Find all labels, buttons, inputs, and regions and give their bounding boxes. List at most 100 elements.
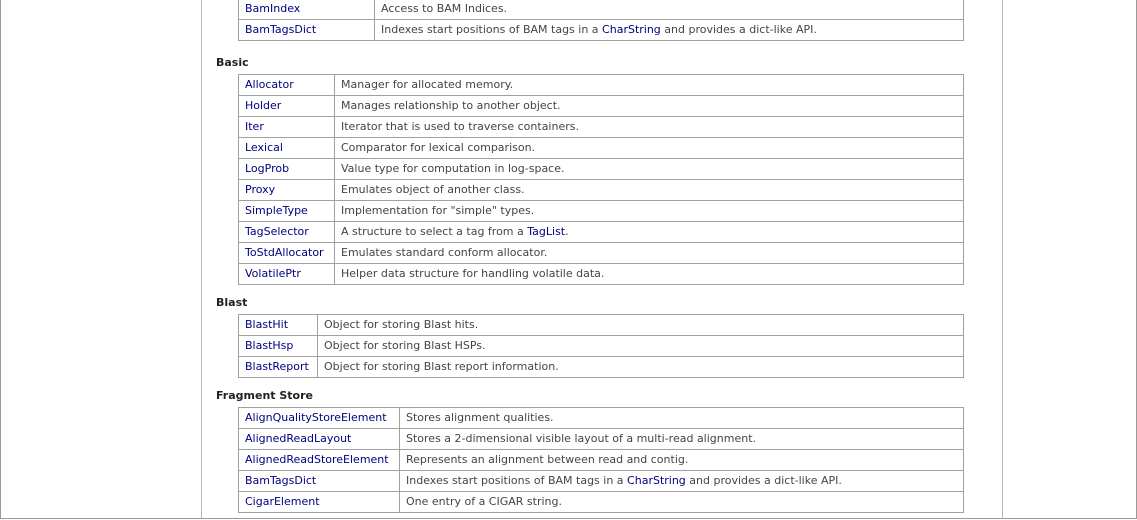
class-name-cell: BamTagsDict: [238, 470, 400, 492]
class-description-cell: Stores a 2-dimensional visible layout of…: [399, 428, 964, 450]
class-name-cell: BlastHit: [238, 314, 318, 336]
class-description-cell: A structure to select a tag from a TagLi…: [334, 221, 964, 243]
class-link[interactable]: BamTagsDict: [245, 474, 316, 487]
class-name-cell: BamIndex: [238, 0, 375, 20]
class-description-cell: Helper data structure for handling volat…: [334, 263, 964, 285]
description-text: Helper data structure for handling volat…: [341, 267, 605, 280]
description-text: Stores alignment qualities.: [406, 411, 554, 424]
class-link[interactable]: SimpleType: [245, 204, 308, 217]
class-description-cell: Object for storing Blast HSPs.: [317, 335, 964, 357]
class-link[interactable]: Holder: [245, 99, 281, 112]
class-name-cell: SimpleType: [238, 200, 335, 222]
class-description-cell: Manages relationship to another object.: [334, 95, 964, 117]
class-name-cell: Holder: [238, 95, 335, 117]
class-table: BlastHit Object for storing Blast hits. Bl…: [238, 314, 964, 378]
class-name-cell: AlignedReadStoreElement: [238, 449, 400, 471]
class-description-cell: Represents an alignment between read and…: [399, 449, 964, 471]
table-row: BamTagsDict Indexes start positions of BA…: [238, 470, 964, 492]
table-row: Lexical Comparator for lexical comparison…: [238, 137, 964, 159]
type-reference-link[interactable]: CharString: [627, 474, 686, 487]
class-name-cell: AlignQualityStoreElement: [238, 407, 400, 429]
class-link[interactable]: AlignedReadLayout: [245, 432, 351, 445]
class-name-cell: LogProb: [238, 158, 335, 180]
table-row: Allocator Manager for allocated memory.: [238, 74, 964, 96]
class-link[interactable]: BlastHit: [245, 318, 288, 331]
table-row: SimpleType Implementation for "simple" ty…: [238, 200, 964, 222]
table-row: TagSelector A structure to select a tag f…: [238, 221, 964, 243]
class-link[interactable]: BamIndex: [245, 2, 300, 15]
description-text: Indexes start positions of BAM tags in a: [406, 474, 628, 487]
class-description-cell: Value type for computation in log-space.: [334, 158, 964, 180]
description-text: .: [565, 225, 569, 238]
class-link[interactable]: BlastReport: [245, 360, 309, 373]
table-row: Iter Iterator that is used to traverse co…: [238, 116, 964, 138]
class-name-cell: CigarElement: [238, 491, 400, 513]
class-description-cell: Stores alignment qualities.: [399, 407, 964, 429]
class-link[interactable]: Proxy: [245, 183, 275, 196]
section-title: Fragment Store: [216, 389, 313, 402]
class-link[interactable]: ToStdAllocator: [245, 246, 324, 259]
table-row: BlastHit Object for storing Blast hits.: [238, 314, 964, 336]
class-table: Allocator Manager for allocated memory. Ho…: [238, 74, 964, 285]
description-text: Object for storing Blast HSPs.: [324, 339, 486, 352]
class-name-cell: Lexical: [238, 137, 335, 159]
description-text: Access to BAM Indices.: [381, 2, 508, 15]
class-name-cell: VolatilePtr: [238, 263, 335, 285]
class-name-cell: Allocator: [238, 74, 335, 96]
class-description-cell: Object for storing Blast report informat…: [317, 356, 964, 378]
table-row: BamTagsDict Indexes start positions of BA…: [238, 19, 964, 41]
class-link[interactable]: LogProb: [245, 162, 289, 175]
class-link[interactable]: CigarElement: [245, 495, 320, 508]
description-text: Emulates object of another class.: [341, 183, 525, 196]
description-text: Object for storing Blast report informat…: [324, 360, 559, 373]
class-description-cell: Iterator that is used to traverse contai…: [334, 116, 964, 138]
class-link[interactable]: AlignedReadStoreElement: [245, 453, 389, 466]
class-description-cell: Emulates object of another class.: [334, 179, 964, 201]
class-name-cell: ToStdAllocator: [238, 242, 335, 264]
description-text: Indexes start positions of BAM tags in a: [381, 23, 603, 36]
section-title: Basic: [216, 56, 249, 69]
table-row: AlignQualityStoreElement Stores alignment…: [238, 407, 964, 429]
table-row: ToStdAllocator Emulates standard conform …: [238, 242, 964, 264]
table-row: AlignedReadLayout Stores a 2-dimensional …: [238, 428, 964, 450]
class-link[interactable]: Iter: [245, 120, 264, 133]
description-text: Implementation for "simple" types.: [341, 204, 535, 217]
type-reference-link[interactable]: CharString: [602, 23, 661, 36]
table-row: Proxy Emulates object of another class.: [238, 179, 964, 201]
class-name-cell: BamTagsDict: [238, 19, 375, 41]
description-text: and provides a dict-like API.: [660, 23, 817, 36]
class-link[interactable]: TagSelector: [245, 225, 309, 238]
class-description-cell: Indexes start positions of BAM tags in a…: [374, 19, 964, 41]
class-name-cell: Proxy: [238, 179, 335, 201]
class-link[interactable]: VolatilePtr: [245, 267, 301, 280]
description-text: Stores a 2-dimensional visible layout of…: [406, 432, 757, 445]
class-link[interactable]: BlastHsp: [245, 339, 293, 352]
class-name-cell: BlastReport: [238, 356, 318, 378]
table-row: AlignedReadStoreElement Represents an ali…: [238, 449, 964, 471]
description-text: and provides a dict-like API.: [685, 474, 842, 487]
description-text: Manages relationship to another object.: [341, 99, 561, 112]
class-description-cell: Implementation for "simple" types.: [334, 200, 964, 222]
class-table: AlignQualityStoreElement Stores alignment…: [238, 407, 964, 513]
class-link[interactable]: Allocator: [245, 78, 294, 91]
class-name-cell: Iter: [238, 116, 335, 138]
class-description-cell: Access to BAM Indices.: [374, 0, 964, 20]
description-text: Comparator for lexical comparison.: [341, 141, 536, 154]
table-row: VolatilePtr Helper data structure for han…: [238, 263, 964, 285]
class-description-cell: Manager for allocated memory.: [334, 74, 964, 96]
description-text: Manager for allocated memory.: [341, 78, 514, 91]
description-text: Emulates standard conform allocator.: [341, 246, 548, 259]
class-link[interactable]: BamTagsDict: [245, 23, 316, 36]
description-text: Object for storing Blast hits.: [324, 318, 479, 331]
class-description-cell: Object for storing Blast hits.: [317, 314, 964, 336]
table-row: LogProb Value type for computation in log…: [238, 158, 964, 180]
description-text: Represents an alignment between read and…: [406, 453, 689, 466]
browser-viewport: BamIndex Access to BAM Indices. BamTagsDic…: [0, 0, 1137, 519]
documentation-content: BamIndex Access to BAM Indices. BamTagsDic…: [201, 0, 1003, 518]
class-link[interactable]: AlignQualityStoreElement: [245, 411, 387, 424]
table-row: BamIndex Access to BAM Indices.: [238, 0, 964, 20]
table-row: Holder Manages relationship to another ob…: [238, 95, 964, 117]
type-reference-link[interactable]: TagList: [527, 225, 565, 238]
description-text: One entry of a CIGAR string.: [406, 495, 562, 508]
class-link[interactable]: Lexical: [245, 141, 283, 154]
